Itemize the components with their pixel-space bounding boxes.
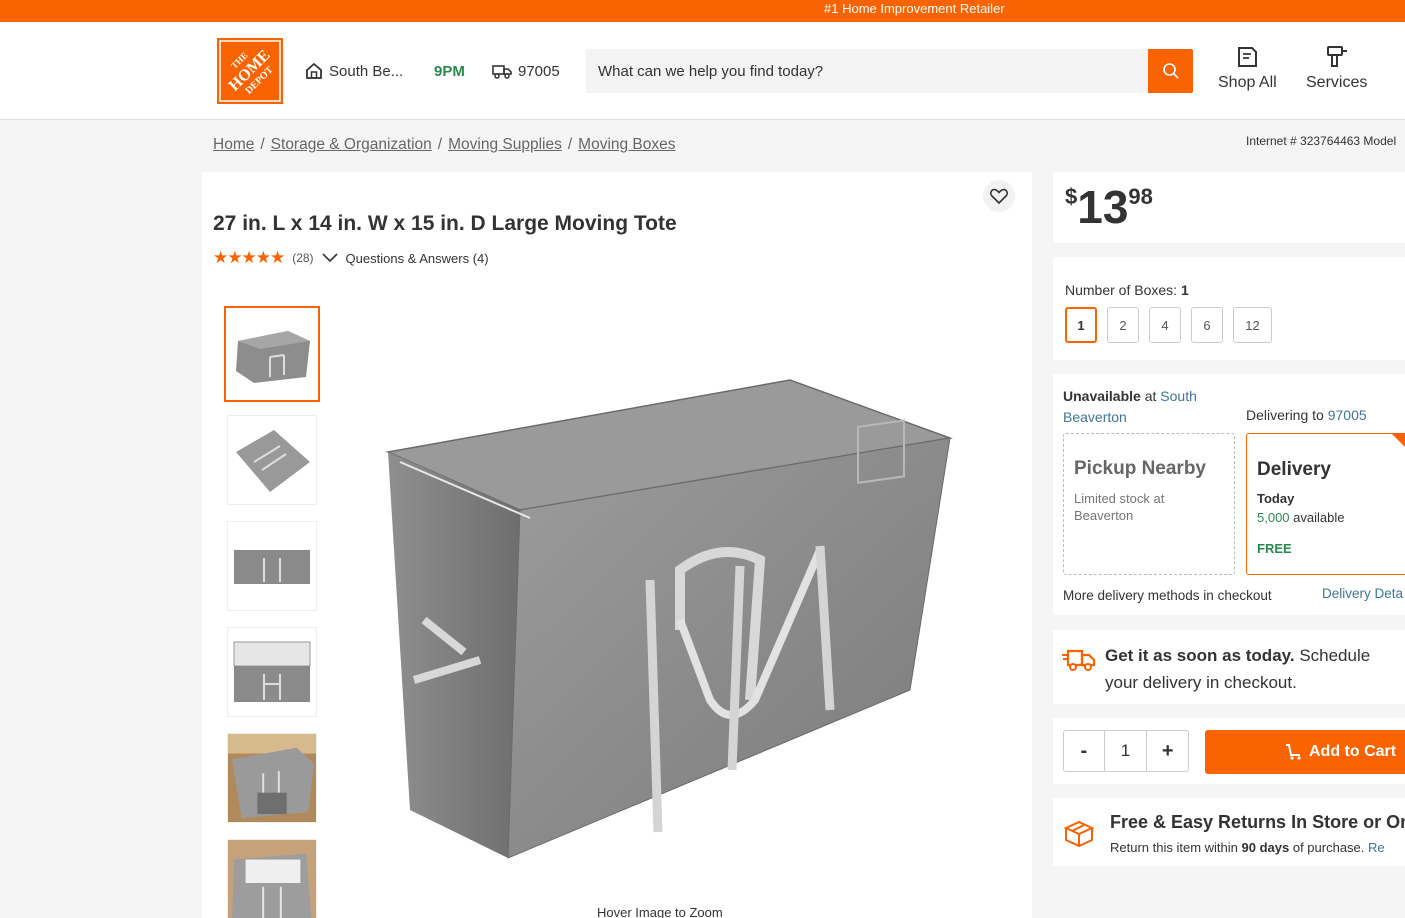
box-option-2[interactable]: 2 xyxy=(1107,307,1139,343)
quantity-increase-button[interactable]: + xyxy=(1147,731,1188,771)
store-icon xyxy=(306,62,322,79)
delivery-quantity: 5,000 xyxy=(1257,510,1290,525)
chevron-down-icon[interactable] xyxy=(321,253,338,263)
review-count[interactable]: (28) xyxy=(292,251,313,265)
selected-corner-marker xyxy=(1391,433,1405,447)
box-option-4[interactable]: 4 xyxy=(1149,307,1181,343)
box-count-value: 1 xyxy=(1180,282,1189,298)
pickup-option[interactable]: Pickup Nearby Limited stock at Beaverton xyxy=(1063,433,1235,575)
add-to-cart-button[interactable]: Add to Cart xyxy=(1205,730,1405,774)
thumbnail-1[interactable] xyxy=(224,306,320,402)
delivery-when: Today xyxy=(1257,491,1295,506)
thumbnail-4[interactable] xyxy=(227,627,317,717)
unavailable-label: Unavailable xyxy=(1063,388,1141,404)
returns-detail: Return this item within 90 days of purch… xyxy=(1110,840,1385,855)
box-count-card xyxy=(1053,257,1405,360)
store-selector[interactable]: South Be... xyxy=(305,62,403,80)
quantity-value[interactable]: 1 xyxy=(1105,731,1148,771)
price-cents: 98 xyxy=(1128,184,1153,209)
delivery-cost: FREE xyxy=(1257,541,1292,556)
price-currency: $ xyxy=(1065,184,1078,209)
drill-icon xyxy=(1326,46,1347,67)
hover-to-zoom-hint: Hover Image to Zoom xyxy=(597,905,723,918)
quantity-stepper: - 1 + xyxy=(1063,730,1189,772)
search-icon xyxy=(1162,63,1179,79)
breadcrumb-moving-supplies[interactable]: Moving Supplies xyxy=(448,136,562,153)
store-name: South Be... xyxy=(329,62,404,80)
delivery-available-text: available xyxy=(1293,510,1345,525)
pickup-availability: Unavailable at South Beaverton xyxy=(1063,386,1223,428)
return-box-icon xyxy=(1063,820,1095,848)
breadcrumb-separator: / xyxy=(567,136,573,153)
thumbnail-5[interactable] xyxy=(227,733,317,823)
pickup-title: Pickup Nearby xyxy=(1074,458,1206,479)
promo-bar: #1 Home Improvement Retailer xyxy=(0,0,1405,22)
delivery-details-link[interactable]: Delivery Deta xyxy=(1322,586,1403,601)
internet-number: Internet # 323764463 Model xyxy=(1246,134,1397,148)
breadcrumb-separator: / xyxy=(437,136,443,153)
box-option-6[interactable]: 6 xyxy=(1191,307,1223,343)
price: $1398 xyxy=(1065,180,1153,234)
truck-icon xyxy=(492,65,512,79)
returns-days: 90 days xyxy=(1241,840,1290,855)
more-delivery-methods: More delivery methods in checkout xyxy=(1063,588,1272,603)
questions-answers-link[interactable]: Questions & Answers (4) xyxy=(346,251,489,266)
same-day-headline: Get it as soon as today. xyxy=(1105,646,1295,665)
site-header: THE HOME DEPOT South Be... 9PM 97005 Sho… xyxy=(0,22,1405,120)
returns-text-a: Return this item within xyxy=(1110,840,1238,855)
box-count-label-text: Number of Boxes: xyxy=(1065,282,1178,298)
cart-icon xyxy=(1286,744,1301,760)
thumbnail-6[interactable] xyxy=(227,839,317,918)
rating-stars[interactable]: ★★★★★ xyxy=(213,248,285,268)
at-label: at xyxy=(1144,388,1157,404)
search-input[interactable] xyxy=(586,49,1148,93)
heart-icon xyxy=(990,188,1008,204)
shop-all-label: Shop All xyxy=(1218,74,1277,91)
same-day-message: Get it as soon as today. Schedule your d… xyxy=(1105,642,1405,696)
thumbnail-2[interactable] xyxy=(227,415,317,505)
catalog-icon xyxy=(1238,47,1258,67)
breadcrumb-moving-boxes[interactable]: Moving Boxes xyxy=(578,136,675,153)
product-title: 27 in. L x 14 in. W x 15 in. D Large Mov… xyxy=(213,212,677,235)
delivery-option[interactable]: Delivery Today 5,000 available FREE xyxy=(1246,433,1405,575)
services-label: Services xyxy=(1306,74,1368,91)
services-button[interactable]: Services xyxy=(1306,44,1367,92)
search-bar xyxy=(586,49,1193,93)
box-count-label: Number of Boxes: 1 xyxy=(1065,282,1189,298)
add-to-cart-label: Add to Cart xyxy=(1309,743,1397,760)
rating-row: ★★★★★ (28) Questions & Answers (4) xyxy=(213,248,489,268)
store-hours: 9PM xyxy=(434,63,465,80)
returns-title: Free & Easy Returns In Store or On xyxy=(1110,812,1405,832)
price-dollars: 13 xyxy=(1077,181,1129,233)
breadcrumb-separator: / xyxy=(260,136,265,153)
box-option-12[interactable]: 12 xyxy=(1233,307,1272,343)
thumbnail-3[interactable] xyxy=(227,521,317,611)
delivering-to-label: Delivering to xyxy=(1246,407,1324,423)
breadcrumb-home[interactable]: Home xyxy=(213,136,254,153)
delivery-title: Delivery xyxy=(1257,459,1331,480)
returns-text-b: of purchase. xyxy=(1292,840,1365,855)
fast-delivery-truck-icon xyxy=(1062,649,1096,671)
quantity-decrease-button[interactable]: - xyxy=(1064,731,1105,771)
delivering-to: Delivering to 97005 xyxy=(1246,407,1367,423)
main-product-image[interactable] xyxy=(380,370,960,870)
zip-code: 97005 xyxy=(518,62,560,80)
box-option-1[interactable]: 1 xyxy=(1065,307,1097,343)
pickup-subtitle: Limited stock at Beaverton xyxy=(1074,491,1165,523)
delivery-zip-link[interactable]: 97005 xyxy=(1328,407,1367,423)
shop-all-button[interactable]: Shop All xyxy=(1218,44,1277,92)
home-depot-logo[interactable]: THE HOME DEPOT xyxy=(217,38,283,104)
breadcrumb: Home / Storage & Organization / Moving Suppl… xyxy=(213,136,676,154)
delivery-availability: 5,000 available xyxy=(1257,510,1405,525)
search-button[interactable] xyxy=(1148,49,1193,93)
favorite-button[interactable] xyxy=(983,180,1015,212)
breadcrumb-storage[interactable]: Storage & Organization xyxy=(271,136,432,153)
returns-policy-link[interactable]: Re xyxy=(1368,840,1385,855)
delivery-zip[interactable]: 97005 xyxy=(492,62,560,80)
promo-text: #1 Home Improvement Retailer xyxy=(824,1,1005,16)
